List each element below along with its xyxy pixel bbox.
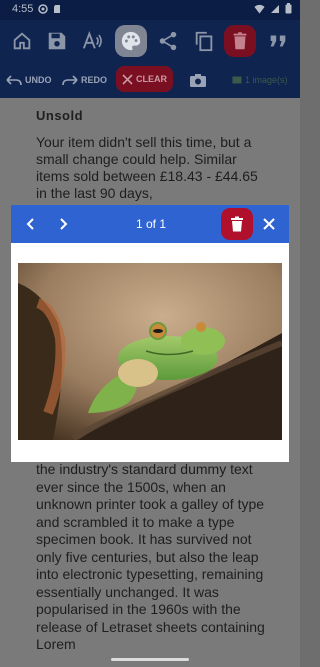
frog-photo: [18, 263, 282, 440]
image-count-label: 1 image(s): [245, 75, 288, 85]
note-paragraph-bottom: the industry's standard dummy text ever …: [36, 461, 265, 652]
palette-icon: [121, 31, 141, 51]
chevron-left-icon: [26, 218, 34, 230]
home-button[interactable]: [6, 25, 38, 57]
status-bar: 4:55: [0, 0, 300, 20]
share-icon: [159, 31, 177, 51]
delete-icon: [233, 32, 247, 50]
close-dialog-button[interactable]: [259, 205, 279, 243]
chevron-right-icon: [60, 218, 68, 230]
copy-button[interactable]: [188, 25, 220, 57]
redo-label: REDO: [81, 75, 108, 85]
palette-button[interactable]: [115, 25, 147, 57]
next-image-button[interactable]: [53, 205, 73, 243]
toolbar: [0, 20, 300, 62]
text-to-speech-icon: [82, 31, 102, 49]
battery-icon: [285, 3, 292, 14]
close-icon: [263, 218, 275, 230]
note-heading: Unsold: [36, 108, 84, 123]
image-viewer-dialog: 1 of 1: [11, 205, 289, 462]
wifi-icon: [254, 4, 265, 13]
text-to-speech-button[interactable]: [77, 25, 109, 57]
undo-icon: [6, 75, 22, 86]
redo-icon: [62, 75, 78, 86]
image-pager: 1 of 1: [135, 217, 167, 231]
delete-icon: [231, 216, 243, 232]
copy-icon: [195, 31, 213, 52]
clear-label: CLEAR: [136, 74, 167, 84]
note-paragraph-top: Your item didn't sell this time, but a s…: [36, 134, 258, 201]
save-button[interactable]: [41, 25, 73, 57]
sd-card-icon: [54, 5, 60, 13]
edit-toolbar: UNDO REDO CLEAR 1 image(s): [0, 62, 300, 98]
camera-icon: [190, 73, 206, 87]
delete-note-button[interactable]: [224, 25, 256, 57]
previous-image-button[interactable]: [21, 205, 41, 243]
signal-icon: [271, 4, 279, 13]
gesture-handle[interactable]: [111, 658, 189, 661]
image-count[interactable]: 1 image(s): [232, 70, 288, 90]
quote-button[interactable]: [262, 25, 294, 57]
undo-label: UNDO: [25, 75, 52, 85]
save-icon: [48, 32, 66, 50]
clear-button[interactable]: CLEAR: [116, 66, 173, 92]
privacy-indicator-icon: [38, 4, 48, 14]
image-viewer-toolbar: 1 of 1: [11, 205, 289, 243]
share-button[interactable]: [152, 25, 184, 57]
delete-image-button[interactable]: [221, 208, 253, 240]
home-icon: [13, 32, 31, 50]
camera-button[interactable]: [189, 70, 207, 90]
redo-button[interactable]: REDO: [62, 70, 107, 90]
undo-button[interactable]: UNDO: [6, 70, 52, 90]
close-icon: [122, 73, 133, 85]
quote-icon: [270, 35, 286, 47]
status-time: 4:55: [12, 3, 34, 15]
image-icon: [232, 76, 242, 84]
